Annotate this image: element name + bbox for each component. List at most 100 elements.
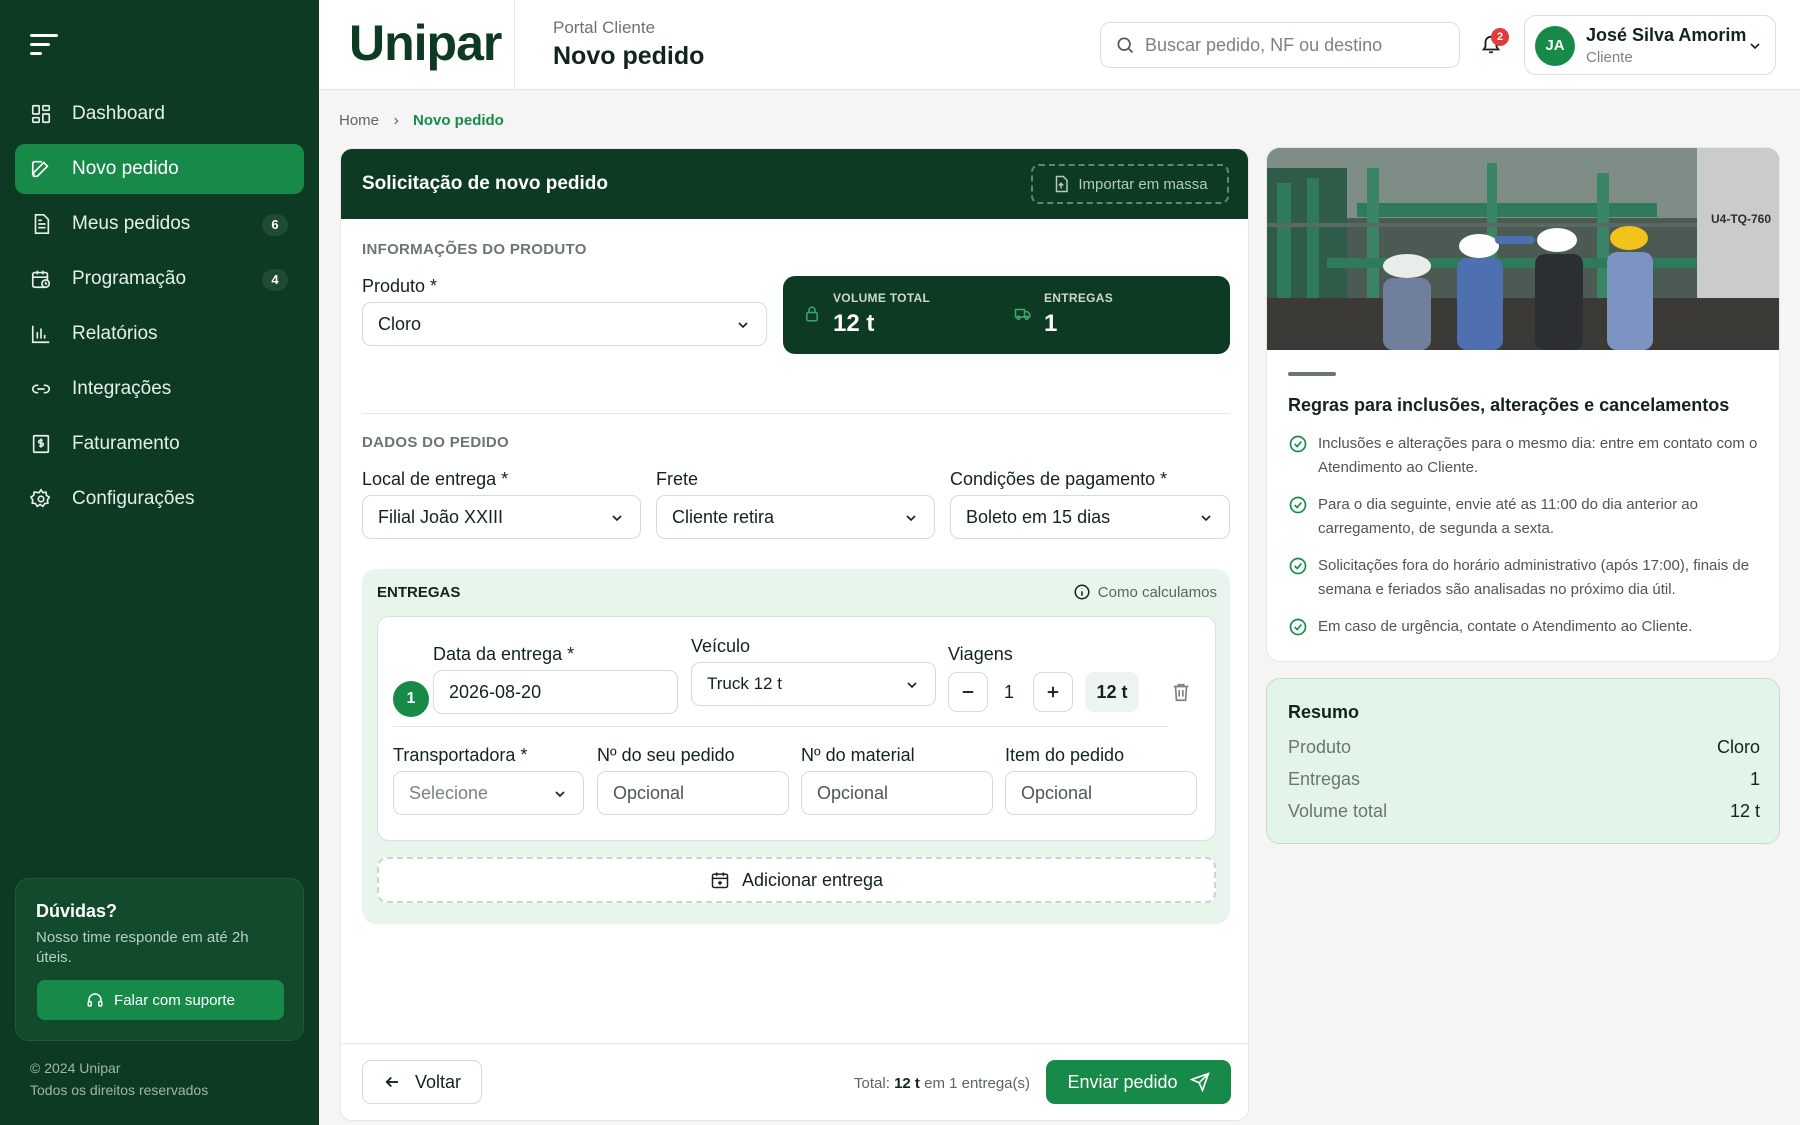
product-section-label: INFORMAÇÕES DO PRODUTO (362, 241, 587, 258)
rules-title: Regras para inclusões, alterações e canc… (1288, 395, 1730, 415)
chevron-down-icon (612, 515, 622, 522)
trash-icon[interactable] (1170, 681, 1192, 703)
check-circle-icon (1289, 618, 1307, 636)
vehicle-value: Truck 12 t (707, 674, 782, 693)
summary-row: Produto Cloro (1288, 737, 1760, 758)
notification-count-badge: 2 (1491, 28, 1509, 46)
plus-icon (1047, 686, 1059, 698)
sidebar-item-label: Faturamento (72, 433, 180, 454)
delivery-date-label: Data da entrega * (433, 644, 575, 664)
edit-icon (30, 158, 52, 180)
summary-title: Resumo (1288, 702, 1360, 722)
material-number-label: Nº do material (801, 745, 915, 765)
rule-item: Solicitações fora do horário administrat… (1288, 554, 1758, 602)
how-we-calculate-link[interactable]: Como calculamos (1073, 583, 1217, 601)
sidebar-item-configuracoes[interactable]: Configurações (15, 474, 304, 524)
sidebar-item-programacao[interactable]: Programação 4 (15, 254, 304, 304)
payment-terms-select[interactable]: Boleto em 15 dias (950, 495, 1230, 539)
check-circle-icon (1289, 435, 1307, 453)
form-header: Solicitação de novo pedido Importar em m… (341, 149, 1248, 219)
count-badge: 6 (262, 214, 288, 236)
help-card: Dúvidas? Nosso time responde em até 2h ú… (15, 878, 304, 1041)
calendar-clock-icon (30, 268, 52, 290)
contact-support-button[interactable]: Falar com suporte (37, 980, 284, 1020)
chevron-right-icon (391, 116, 401, 126)
sidebar-item-label: Integrações (72, 378, 172, 399)
product-select[interactable]: Cloro (362, 302, 767, 346)
rules-card: U4-TQ-760 Regras para inclusões, alteraç… (1266, 147, 1780, 662)
menu-toggle-icon[interactable] (30, 34, 60, 58)
send-icon (1189, 1072, 1210, 1092)
order-item-input[interactable] (1005, 771, 1197, 815)
delivery-location-value: Filial João XXIII (378, 506, 504, 527)
delivery-number-badge: 1 (393, 681, 429, 717)
divider (362, 413, 1230, 414)
user-menu[interactable]: JA José Silva Amorim Cliente (1524, 15, 1776, 75)
summary-value: 1 (1749, 769, 1760, 789)
summary-card: Resumo Produto Cloro Entregas 1 Volume t… (1266, 678, 1780, 844)
bulk-import-button[interactable]: Importar em massa (1031, 164, 1229, 204)
notifications-button[interactable]: 2 (1480, 28, 1509, 58)
user-name: José Silva Amorim (1586, 25, 1747, 45)
breadcrumb-home[interactable]: Home (339, 112, 379, 129)
sidebar-item-dashboard[interactable]: Dashboard (15, 89, 304, 139)
total-value: 12 t (894, 1075, 920, 1092)
add-delivery-label: Adicionar entrega (741, 869, 884, 890)
entregas-value: 1 (1044, 310, 1058, 337)
brand-logo[interactable]: Unipar (349, 14, 502, 72)
carrier-placeholder: Selecione (409, 782, 489, 803)
send-order-button[interactable]: Enviar pedido (1046, 1060, 1231, 1104)
dashboard-icon (30, 103, 52, 125)
deliveries-section: ENTREGAS Como calculamos 1 Data da entre… (362, 569, 1230, 924)
delivery-item: 1 Data da entrega * Veículo Truck 12 t V… (377, 616, 1216, 841)
minus-icon (962, 691, 974, 693)
contact-support-label: Falar com suporte (114, 991, 235, 1009)
sidebar-item-novo-pedido[interactable]: Novo pedido (15, 144, 304, 194)
trips-decrement-button[interactable] (948, 672, 988, 712)
material-number-input[interactable] (801, 771, 993, 815)
sidebar-item-label: Programação (72, 268, 187, 289)
freight-select[interactable]: Cliente retira (656, 495, 935, 539)
breadcrumb-current: Novo pedido (413, 112, 504, 129)
add-delivery-button[interactable]: Adicionar entrega (377, 857, 1216, 903)
customer-order-input[interactable] (597, 771, 789, 815)
summary-key: Entregas (1288, 769, 1361, 789)
top-bar: Unipar Portal Cliente Novo pedido 2 JA J… (319, 0, 1800, 90)
help-title: Dúvidas? (36, 901, 118, 921)
vehicle-select[interactable]: Truck 12 t (691, 662, 936, 706)
sidebar-nav: Dashboard Novo pedido Meus pedidos 6 Pro… (15, 89, 304, 529)
chevron-down-icon (555, 791, 565, 798)
search-input[interactable] (1145, 34, 1435, 56)
back-button[interactable]: Voltar (362, 1060, 482, 1104)
trips-increment-button[interactable] (1033, 672, 1073, 712)
entregas-label: ENTREGAS (1044, 291, 1114, 305)
bulk-import-label: Importar em massa (1078, 175, 1208, 193)
how-we-calculate-label: Como calculamos (1097, 583, 1217, 601)
divider (1288, 372, 1336, 376)
freight-label: Frete (656, 469, 699, 489)
page-title: Novo pedido (553, 42, 705, 70)
carrier-label: Transportadora * (393, 745, 528, 765)
sidebar-item-label: Meus pedidos (72, 213, 191, 234)
rule-text: Solicitações fora do horário administrat… (1318, 557, 1750, 598)
photo-tag-text: U4-TQ-760 (1711, 212, 1771, 226)
breadcrumb: Home Novo pedido (339, 112, 504, 129)
order-section-label: DADOS DO PEDIDO (362, 434, 510, 451)
avatar: JA (1535, 26, 1575, 66)
carrier-select[interactable]: Selecione (393, 771, 584, 815)
sidebar-item-meus-pedidos[interactable]: Meus pedidos 6 (15, 199, 304, 249)
summary-key: Volume total (1288, 801, 1388, 821)
volume-total-value: 12 t (833, 310, 875, 337)
sidebar-item-relatorios[interactable]: Relatórios (15, 309, 304, 359)
search-box[interactable] (1100, 22, 1460, 68)
delivery-date-input[interactable] (433, 670, 678, 714)
summary-row: Entregas 1 (1288, 769, 1760, 790)
rule-text: Inclusões e alterações para o mesmo dia:… (1318, 435, 1758, 476)
order-total: Total: 12 t em 1 entrega(s) (854, 1075, 1030, 1092)
sidebar-item-integracoes[interactable]: Integrações (15, 364, 304, 414)
sidebar-item-label: Dashboard (72, 103, 165, 124)
sidebar-item-faturamento[interactable]: Faturamento (15, 419, 304, 469)
delivery-location-select[interactable]: Filial João XXIII (362, 495, 641, 539)
payment-terms-value: Boleto em 15 dias (966, 506, 1111, 527)
check-circle-icon (1289, 557, 1307, 575)
